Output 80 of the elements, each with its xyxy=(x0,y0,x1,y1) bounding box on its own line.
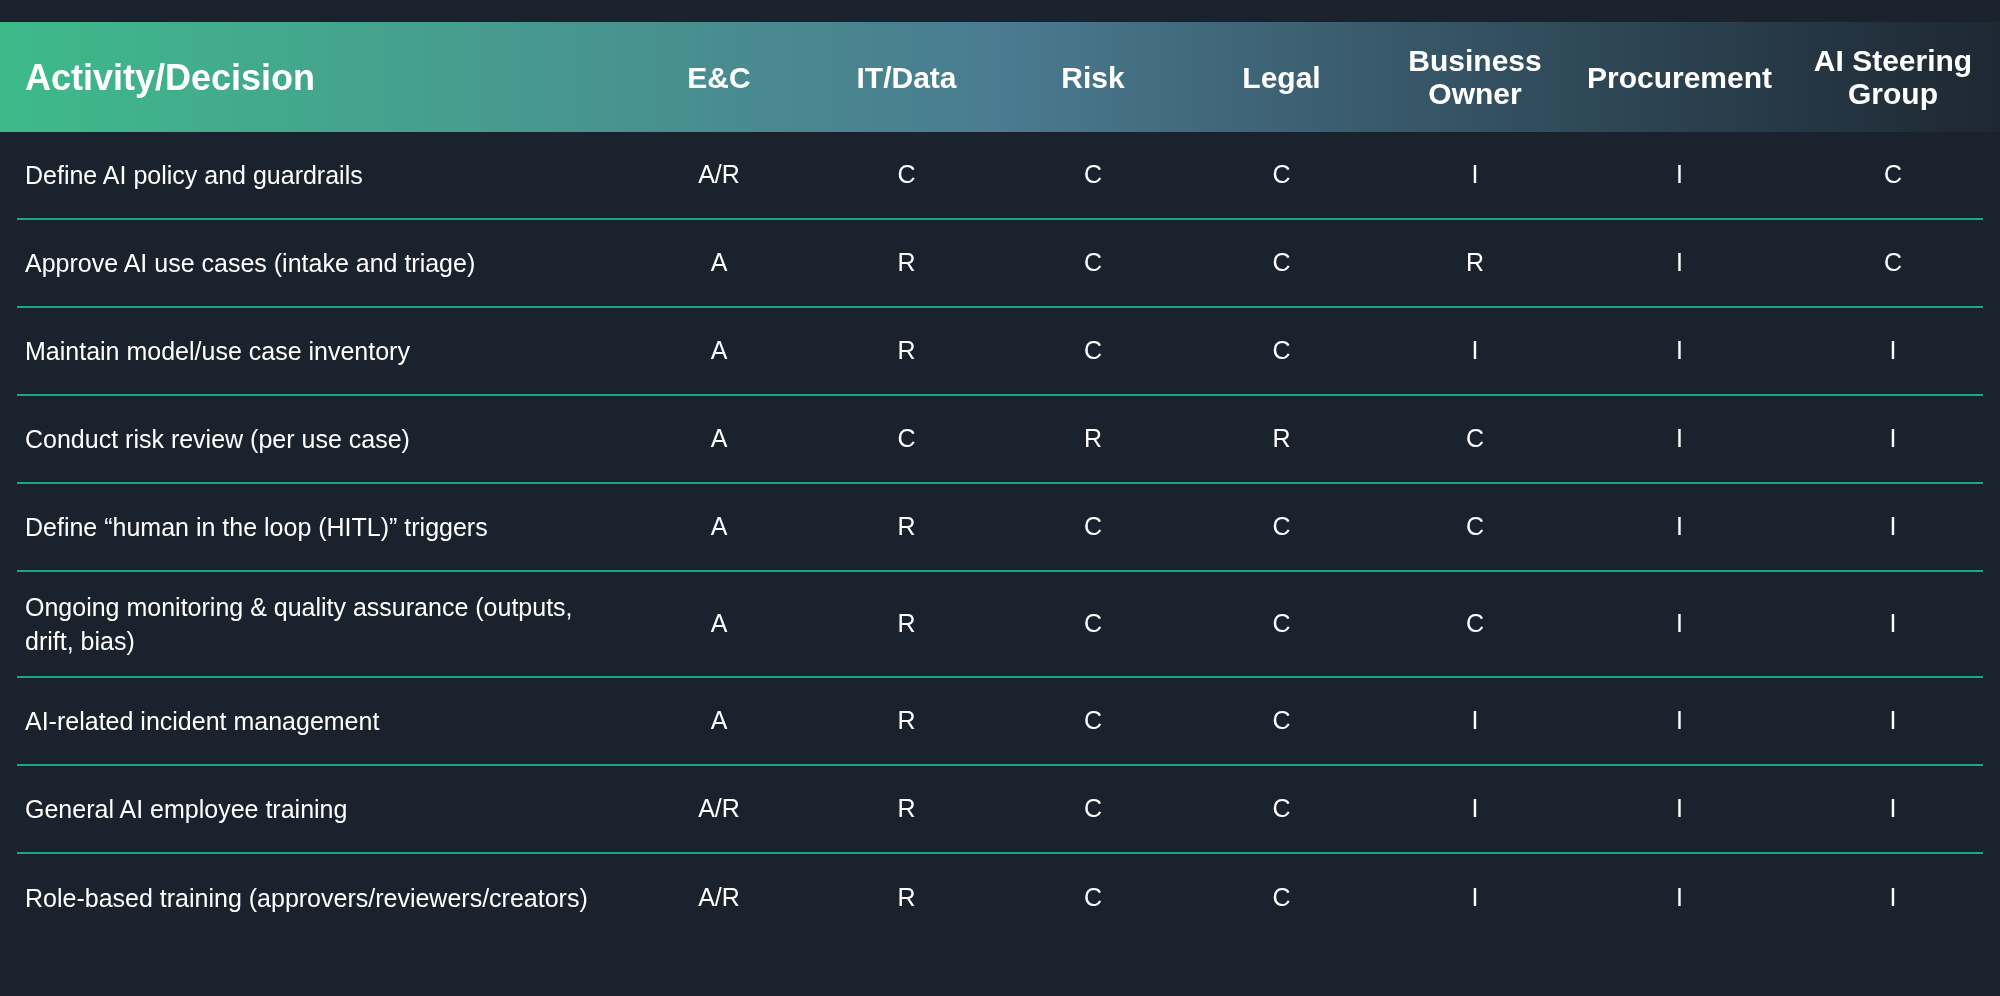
raci-cell: C xyxy=(1272,609,1291,638)
activity-cell-text: Role-based training (approvers/reviewers/creators) xyxy=(24,882,589,914)
raci-cell: C xyxy=(1272,512,1291,541)
raci-cell: I xyxy=(1471,706,1479,735)
raci-cell: A xyxy=(710,336,728,365)
activity-cell-text: General AI employee training xyxy=(24,793,349,825)
column-header: Legal xyxy=(1241,60,1322,94)
raci-cell: C xyxy=(1883,160,1903,189)
raci-cell: C xyxy=(1272,706,1291,735)
raci-cell: C xyxy=(1083,706,1103,735)
raci-cell: I xyxy=(1676,248,1683,277)
raci-cell: R xyxy=(1083,424,1103,453)
activity-cell-text: Define “human in the loop (HITL)” triggers xyxy=(24,511,489,543)
activity-cell-text: Ongoing monitoring & quality assurance (outputs, drift, bias) xyxy=(24,591,574,657)
raci-cell: R xyxy=(1272,424,1291,453)
raci-cell: A/R xyxy=(698,794,740,823)
raci-cell: I xyxy=(1471,160,1479,189)
raci-cell: I xyxy=(1676,512,1683,541)
raci-cell: I xyxy=(1676,609,1683,638)
raci-cell: C xyxy=(1465,609,1485,638)
raci-cell: C xyxy=(1272,248,1291,277)
raci-cell: R xyxy=(1465,248,1485,277)
column-header: Procurement xyxy=(1585,60,1774,94)
raci-cell: C xyxy=(1465,424,1485,453)
raci-cell: I xyxy=(1471,794,1479,823)
column-header: E&C xyxy=(686,60,752,94)
raci-cell: C xyxy=(1465,512,1485,541)
activity-cell-text: Define AI policy and guardrails xyxy=(24,159,364,191)
raci-cell: R xyxy=(897,609,916,638)
raci-cell: A/R xyxy=(698,160,740,189)
column-header: Activity/Decision xyxy=(24,55,317,100)
raci-cell: C xyxy=(1083,160,1103,189)
column-header: Risk xyxy=(1060,60,1126,94)
raci-cell: C xyxy=(1272,336,1291,365)
raci-cell: C xyxy=(1083,883,1103,912)
raci-cell: A xyxy=(710,424,728,453)
raci-cell: R xyxy=(897,883,916,912)
raci-cell: A/R xyxy=(698,883,740,912)
raci-cell: C xyxy=(1272,794,1291,823)
raci-cell: I xyxy=(1676,794,1683,823)
raci-cell: R xyxy=(897,706,916,735)
column-header: AI Steering Group xyxy=(1812,44,1974,110)
raci-cell: C xyxy=(897,424,916,453)
raci-cell: C xyxy=(1883,248,1903,277)
raci-cell: C xyxy=(1083,336,1103,365)
raci-cell: I xyxy=(1889,336,1897,365)
raci-cell: C xyxy=(1272,883,1291,912)
raci-cell: A xyxy=(710,512,728,541)
activity-cell-text: Maintain model/use case inventory xyxy=(24,335,411,367)
raci-cell: A xyxy=(710,609,728,638)
activity-cell-text: Conduct risk review (per use case) xyxy=(24,423,411,455)
raci-cell: C xyxy=(897,160,916,189)
raci-cell: I xyxy=(1889,512,1897,541)
raci-cell: I xyxy=(1676,706,1683,735)
raci-cell: I xyxy=(1471,336,1479,365)
raci-cell: R xyxy=(897,794,916,823)
raci-cell: I xyxy=(1676,160,1683,189)
raci-cell: C xyxy=(1083,248,1103,277)
raci-cell: A xyxy=(710,706,728,735)
raci-cell: I xyxy=(1676,883,1683,912)
raci-cell: R xyxy=(897,248,916,277)
column-header: IT/Data xyxy=(855,60,958,94)
raci-cell: C xyxy=(1083,609,1103,638)
raci-cell: I xyxy=(1889,424,1897,453)
raci-cell: C xyxy=(1083,794,1103,823)
raci-cell: R xyxy=(897,512,916,541)
raci-cell: I xyxy=(1889,706,1897,735)
raci-cell: I xyxy=(1676,336,1683,365)
raci-cell: I xyxy=(1471,883,1479,912)
activity-cell-text: Approve AI use cases (intake and triage) xyxy=(24,247,477,279)
activity-cell-text: AI-related incident management xyxy=(24,705,381,737)
raci-cell: A xyxy=(710,248,728,277)
raci-cell: I xyxy=(1889,794,1897,823)
raci-cell: I xyxy=(1889,609,1897,638)
raci-cell: C xyxy=(1272,160,1291,189)
raci-cell: I xyxy=(1889,883,1897,912)
column-header: Business Owner xyxy=(1407,44,1543,110)
raci-cell: C xyxy=(1083,512,1103,541)
raci-cell: I xyxy=(1676,424,1683,453)
raci-cell: R xyxy=(897,336,916,365)
